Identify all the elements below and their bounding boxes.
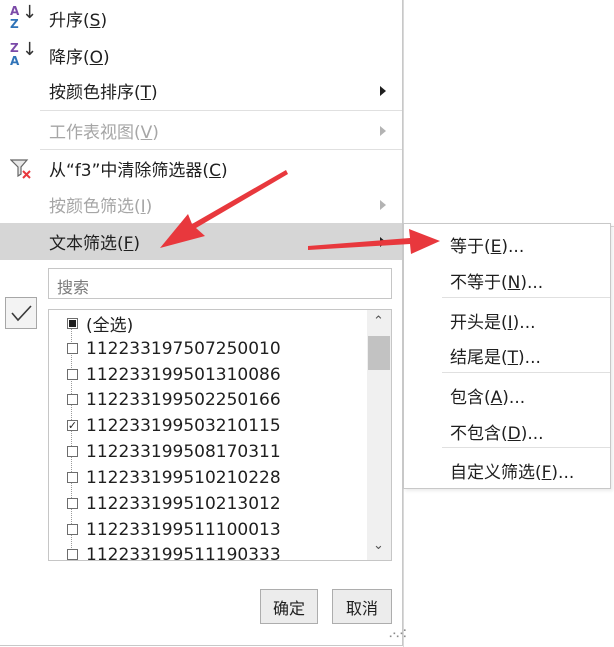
- list-item[interactable]: 112233197507250010: [67, 336, 281, 361]
- list-item[interactable]: 112233199508170311: [67, 439, 281, 464]
- scroll-down-icon[interactable]: ⌄: [373, 538, 384, 553]
- resize-grip-icon[interactable]: ⠠⠢⠪: [385, 628, 407, 641]
- ok-button[interactable]: 确定: [260, 589, 318, 624]
- scroll-up-icon[interactable]: ⌃: [373, 314, 384, 329]
- list-item[interactable]: 112233199510210228: [67, 465, 281, 490]
- menu-item-clear-filter[interactable]: 从“f3”中清除筛选器(C): [0, 150, 402, 187]
- list-item-label: 112233199501310086: [86, 364, 281, 385]
- menu-item-label: 按颜色排序(T): [49, 83, 158, 103]
- checkbox[interactable]: [67, 549, 78, 560]
- list-scrollbar[interactable]: ⌃ ⌄: [367, 310, 391, 560]
- menu-item-label: 从“f3”中清除筛选器(C): [49, 161, 228, 181]
- submenu-item-begins-with[interactable]: 开头是(I)...: [450, 308, 536, 333]
- list-item[interactable]: 112233199510213012: [67, 491, 281, 516]
- list-item[interactable]: 112233199501310086: [67, 362, 281, 387]
- menu-separator: [442, 372, 610, 373]
- search-placeholder: 搜索: [57, 278, 90, 297]
- filter-search-input[interactable]: 搜索: [48, 268, 392, 299]
- checkbox[interactable]: [67, 524, 78, 535]
- list-item-label: 112233199511190333: [86, 544, 281, 561]
- list-item-label: (全选): [86, 316, 134, 336]
- checkbox[interactable]: [67, 343, 78, 354]
- sort-descending-icon: Z A ↓: [10, 39, 38, 68]
- submenu-item-contains[interactable]: 包含(A)...: [450, 383, 525, 408]
- checkbox[interactable]: [67, 394, 78, 405]
- checkbox[interactable]: ✓: [67, 420, 78, 431]
- submenu-item-custom-filter[interactable]: 自定义筛选(F)...: [450, 458, 574, 483]
- list-item-label: 112233199510213012: [86, 493, 281, 514]
- menu-item-sort-by-color[interactable]: 按颜色排序(T): [0, 72, 402, 109]
- menu-item-label: 工作表视图(V): [49, 123, 159, 143]
- scrollbar-thumb[interactable]: [368, 336, 390, 370]
- selected-check-icon: [5, 297, 37, 329]
- submenu-item-equals[interactable]: 等于(E)...: [450, 232, 524, 257]
- menu-item-filter-by-color: 按颜色筛选(I): [0, 186, 402, 223]
- submenu-item-does-not-equal[interactable]: 不等于(N)...: [450, 268, 543, 293]
- checkbox[interactable]: [67, 369, 78, 380]
- sort-ascending-icon: A Z ↓: [10, 2, 38, 31]
- menu-item-label: 文本筛选(F): [49, 234, 141, 254]
- submenu-item-ends-with[interactable]: 结尾是(T)...: [450, 343, 541, 368]
- checkbox[interactable]: [67, 318, 78, 329]
- submenu-arrow-icon: [380, 236, 386, 247]
- checkbox[interactable]: [67, 446, 78, 457]
- list-item-label: 112233199510210228: [86, 467, 281, 488]
- checkbox[interactable]: [67, 472, 78, 483]
- text-filters-submenu: 等于(E)... 不等于(N)... 开头是(I)... 结尾是(T)... 包…: [403, 223, 611, 489]
- menu-separator: [442, 297, 610, 298]
- submenu-arrow-icon: [380, 199, 386, 210]
- menu-item-sort-ascending[interactable]: A Z ↓ 升序(S): [0, 0, 402, 37]
- menu-item-label: 降序(O): [49, 48, 110, 68]
- submenu-item-does-not-contain[interactable]: 不包含(D)...: [450, 419, 544, 444]
- cancel-button[interactable]: 取消: [332, 589, 392, 624]
- list-item-label: 112233199511100013: [86, 519, 281, 540]
- list-item[interactable]: 112233199502250166: [67, 387, 281, 412]
- list-item-select-all[interactable]: (全选): [67, 311, 133, 336]
- submenu-arrow-icon: [380, 85, 386, 96]
- menu-item-text-filters[interactable]: 文本筛选(F): [0, 223, 402, 260]
- menu-item-sheet-view: 工作表视图(V): [0, 112, 402, 149]
- cancel-button-label: 取消: [345, 598, 378, 618]
- menu-item-label: 按颜色筛选(I): [49, 197, 153, 217]
- menu-item-sort-descending[interactable]: Z A ↓ 降序(O): [0, 37, 402, 74]
- filter-context-menu: A Z ↓ 升序(S) Z A ↓ 降序(O) 按颜色排序(T) 工作表视图(V) 从“…: [0, 0, 407, 646]
- submenu-arrow-icon: [380, 125, 386, 136]
- menu-separator: [442, 447, 610, 448]
- list-item[interactable]: 112233199511100013: [67, 517, 281, 542]
- menu-item-label: 升序(S): [49, 11, 108, 31]
- list-item-label: 112233197507250010: [86, 338, 281, 359]
- filter-value-list[interactable]: (全选) 112233197507250010 1122331995013100…: [48, 309, 392, 561]
- list-item[interactable]: 112233199511190333: [67, 542, 281, 561]
- menu-separator: [40, 110, 402, 111]
- list-item-label: 112233199508170311: [86, 441, 281, 462]
- list-item[interactable]: ✓ 112233199503210115: [67, 413, 281, 438]
- clear-filter-icon: [10, 159, 31, 179]
- list-item-label: 112233199503210115: [86, 415, 281, 436]
- ok-button-label: 确定: [272, 598, 305, 618]
- checkbox[interactable]: [67, 498, 78, 509]
- list-item-label: 112233199502250166: [86, 389, 281, 410]
